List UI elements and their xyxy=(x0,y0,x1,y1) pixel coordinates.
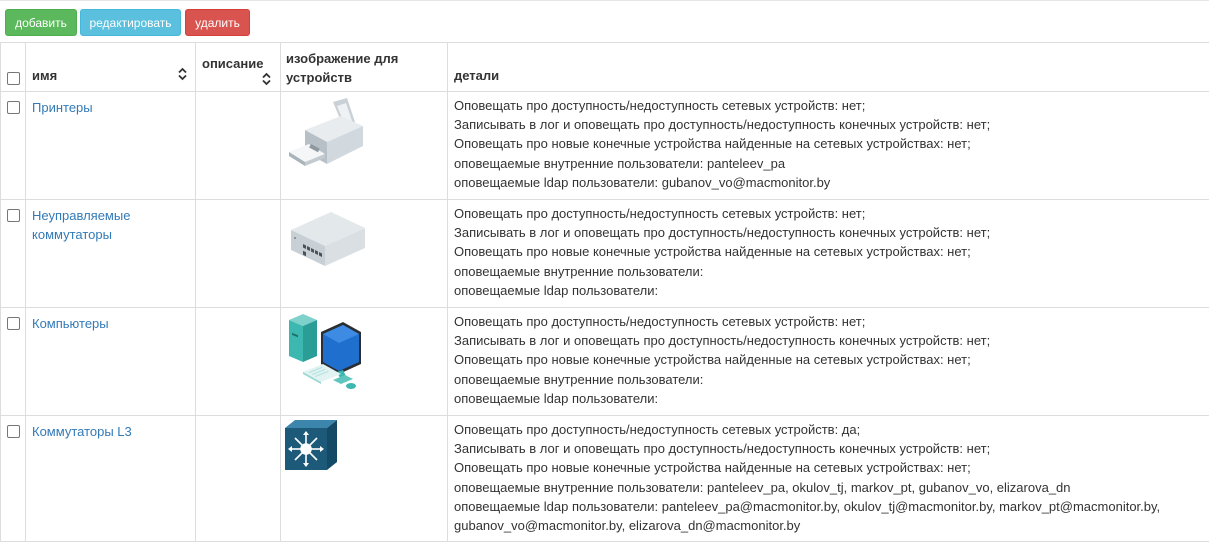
detail-line: Записывать в лог и оповещать про доступн… xyxy=(454,115,1209,134)
details-cell: Оповещать про доступность/недоступность … xyxy=(448,308,1209,416)
detail-line: оповещаемые внутренние пользователи: pan… xyxy=(454,478,1209,497)
sort-icon[interactable] xyxy=(178,67,187,81)
group-name-link[interactable]: Неуправляемые коммутаторы xyxy=(26,200,195,244)
description-cell xyxy=(196,200,281,308)
edit-button[interactable]: редактировать xyxy=(80,9,181,36)
row-checkbox[interactable] xyxy=(7,425,20,438)
description-cell xyxy=(196,308,281,416)
name-cell: Компьютеры xyxy=(26,308,196,416)
column-header-image-line2: устройств xyxy=(286,68,398,87)
table-row[interactable]: Компьютеры xyxy=(1,308,1209,416)
delete-button[interactable]: удалить xyxy=(185,9,250,36)
detail-line: Записывать в лог и оповещать про доступн… xyxy=(454,439,1209,458)
detail-line: Оповещать про доступность/недоступность … xyxy=(454,204,1209,223)
detail-line: Оповещать про новые конечные устройства … xyxy=(454,242,1209,261)
toolbar: добавить редактировать удалить xyxy=(0,0,1209,43)
description-cell xyxy=(196,416,281,542)
printer-icon xyxy=(285,96,367,174)
detail-line: Оповещать про доступность/недоступность … xyxy=(454,312,1209,331)
switch-icon xyxy=(285,204,367,270)
row-checkbox[interactable] xyxy=(7,317,20,330)
row-select-cell xyxy=(1,416,26,542)
column-header-description-label: описание xyxy=(202,56,263,71)
column-header-image-line1: изображение для xyxy=(286,49,398,68)
row-select-cell xyxy=(1,200,26,308)
detail-line: оповещаемые ldap пользователи: xyxy=(454,281,1209,300)
select-all-checkbox[interactable] xyxy=(7,72,20,85)
detail-line: Оповещать про новые конечные устройства … xyxy=(454,350,1209,369)
detail-line: Оповещать про доступность/недоступность … xyxy=(454,420,1209,439)
table-row[interactable]: Принтеры Оповещать про до xyxy=(1,92,1209,200)
detail-line: gubanov_vo@macmonitor.by, elizarova_dn@m… xyxy=(454,516,1209,535)
name-cell: Принтеры xyxy=(26,92,196,200)
select-all-cell xyxy=(1,43,26,92)
description-cell xyxy=(196,92,281,200)
add-button[interactable]: добавить xyxy=(5,9,77,36)
detail-line: оповещаемые внутренние пользователи: pan… xyxy=(454,154,1209,173)
table-row[interactable]: Коммутаторы L3 xyxy=(1,416,1209,542)
detail-line: оповещаемые ldap пользователи: gubanov_v… xyxy=(454,173,1209,192)
detail-line: оповещаемые внутренние пользователи: xyxy=(454,370,1209,389)
detail-line: Оповещать про новые конечные устройства … xyxy=(454,134,1209,153)
image-cell xyxy=(281,92,448,200)
computer-icon xyxy=(285,312,367,392)
l3-switch-icon xyxy=(285,420,341,470)
detail-line: Записывать в лог и оповещать про доступн… xyxy=(454,331,1209,350)
group-name-link[interactable]: Компьютеры xyxy=(26,308,195,333)
group-name-line2: коммутаторы xyxy=(32,225,191,244)
column-header-name[interactable]: имя xyxy=(26,43,196,92)
detail-line: Записывать в лог и оповещать про доступн… xyxy=(454,223,1209,242)
group-name-link[interactable]: Коммутаторы L3 xyxy=(26,416,195,441)
column-header-details-label: детали xyxy=(448,68,1209,91)
name-cell: Коммутаторы L3 xyxy=(26,416,196,542)
detail-line: Оповещать про доступность/недоступность … xyxy=(454,96,1209,115)
details-cell: Оповещать про доступность/недоступность … xyxy=(448,416,1209,542)
column-header-image: изображение для устройств xyxy=(281,43,448,92)
device-groups-table: имя описание изображение для устройств xyxy=(0,42,1209,542)
detail-line: оповещаемые ldap пользователи: xyxy=(454,389,1209,408)
group-name-line1: Неуправляемые xyxy=(32,206,191,225)
details-cell: Оповещать про доступность/недоступность … xyxy=(448,200,1209,308)
image-cell xyxy=(281,308,448,416)
row-checkbox[interactable] xyxy=(7,209,20,222)
detail-line: оповещаемые ldap пользователи: panteleev… xyxy=(454,497,1209,516)
column-header-name-label: имя xyxy=(26,68,195,91)
column-header-description[interactable]: описание xyxy=(196,43,281,92)
table-row[interactable]: Неуправляемые коммутаторы xyxy=(1,200,1209,308)
detail-line: оповещаемые внутренние пользователи: xyxy=(454,262,1209,281)
row-checkbox[interactable] xyxy=(7,101,20,114)
sort-icon[interactable] xyxy=(262,72,271,86)
image-cell xyxy=(281,200,448,308)
detail-line: Оповещать про новые конечные устройства … xyxy=(454,458,1209,477)
group-name-link[interactable]: Принтеры xyxy=(26,92,195,117)
details-cell: Оповещать про доступность/недоступность … xyxy=(448,92,1209,200)
row-select-cell xyxy=(1,92,26,200)
name-cell: Неуправляемые коммутаторы xyxy=(26,200,196,308)
table-header-row: имя описание изображение для устройств xyxy=(1,43,1209,92)
image-cell xyxy=(281,416,448,542)
row-select-cell xyxy=(1,308,26,416)
column-header-details: детали xyxy=(448,43,1209,92)
